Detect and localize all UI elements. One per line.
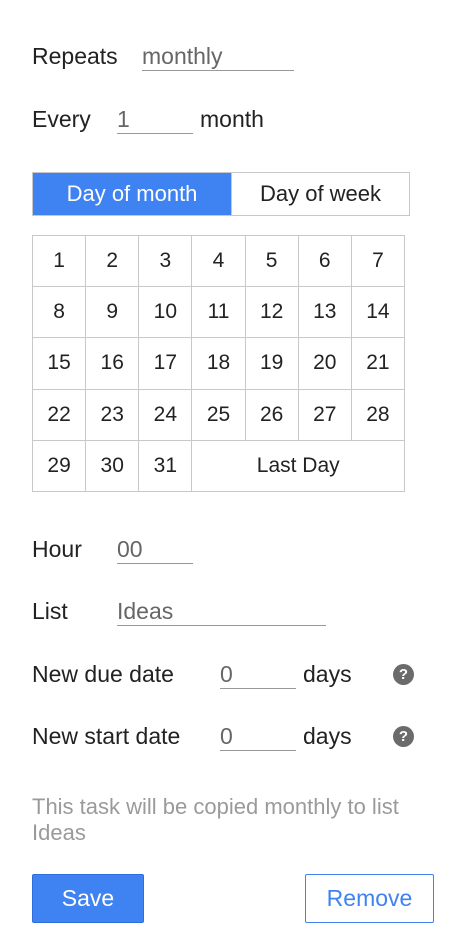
repeat-summary-text: This task will be copied monthly to list… bbox=[32, 794, 399, 845]
hour-input[interactable]: 00 bbox=[117, 535, 193, 564]
day-cell[interactable]: 17 bbox=[139, 338, 193, 390]
day-cell[interactable]: 2 bbox=[86, 236, 140, 288]
day-cell[interactable]: 19 bbox=[245, 338, 299, 390]
day-cell[interactable]: 16 bbox=[86, 338, 140, 390]
repeats-label: Repeats bbox=[32, 43, 118, 69]
day-cell[interactable]: 23 bbox=[86, 389, 140, 441]
day-cell[interactable]: 6 bbox=[298, 236, 352, 288]
day-cell[interactable]: 7 bbox=[351, 236, 405, 288]
day-cell[interactable]: 20 bbox=[298, 338, 352, 390]
question-circle-icon[interactable]: ? bbox=[393, 726, 414, 747]
day-cell[interactable]: 14 bbox=[351, 287, 405, 339]
day-cell[interactable]: 3 bbox=[139, 236, 193, 288]
repeats-select[interactable]: monthly bbox=[142, 42, 294, 71]
day-cell[interactable]: 31 bbox=[139, 440, 193, 492]
day-cell[interactable]: 22 bbox=[33, 389, 87, 441]
day-cell[interactable]: 15 bbox=[33, 338, 87, 390]
day-cell[interactable]: 27 bbox=[298, 389, 352, 441]
day-cell[interactable]: 9 bbox=[86, 287, 140, 339]
day-cell[interactable]: 28 bbox=[351, 389, 405, 441]
question-circle-icon[interactable]: ? bbox=[393, 664, 414, 685]
day-cell[interactable]: 29 bbox=[33, 440, 87, 492]
day-cell[interactable]: 10 bbox=[139, 287, 193, 339]
new-due-date-input[interactable]: 0 bbox=[220, 660, 296, 689]
day-cell[interactable]: 24 bbox=[139, 389, 193, 441]
every-unit-label: month bbox=[200, 106, 264, 132]
day-cell[interactable]: 21 bbox=[351, 338, 405, 390]
day-cell[interactable]: 4 bbox=[192, 236, 246, 288]
day-cell[interactable]: 25 bbox=[192, 389, 246, 441]
tab-day-of-week[interactable]: Day of week bbox=[231, 173, 409, 215]
remove-button[interactable]: Remove bbox=[305, 874, 434, 923]
repeat-mode-tabs: Day of month Day of week bbox=[32, 172, 410, 216]
day-cell[interactable]: 26 bbox=[245, 389, 299, 441]
list-select[interactable]: Ideas bbox=[117, 597, 326, 626]
last-day-cell[interactable]: Last Day bbox=[192, 440, 405, 492]
day-cell[interactable]: 8 bbox=[33, 287, 87, 339]
new-start-date-unit: days bbox=[303, 723, 352, 749]
new-start-date-label: New start date bbox=[32, 723, 181, 749]
list-label: List bbox=[32, 598, 68, 624]
new-start-date-input[interactable]: 0 bbox=[220, 722, 296, 751]
day-cell[interactable]: 18 bbox=[192, 338, 246, 390]
new-due-date-unit: days bbox=[303, 661, 352, 687]
day-cell[interactable]: 5 bbox=[245, 236, 299, 288]
tab-day-of-month[interactable]: Day of month bbox=[33, 173, 231, 215]
day-cell[interactable]: 11 bbox=[192, 287, 246, 339]
every-input[interactable]: 1 bbox=[117, 105, 193, 134]
day-cell[interactable]: 30 bbox=[86, 440, 140, 492]
day-of-month-grid: 1 2 3 4 5 6 7 8 9 10 11 12 13 14 15 16 1… bbox=[32, 235, 405, 492]
day-cell[interactable]: 13 bbox=[298, 287, 352, 339]
day-cell[interactable]: 12 bbox=[245, 287, 299, 339]
hour-label: Hour bbox=[32, 536, 82, 562]
save-button[interactable]: Save bbox=[32, 874, 144, 923]
every-label: Every bbox=[32, 106, 91, 132]
new-due-date-label: New due date bbox=[32, 661, 174, 687]
day-cell[interactable]: 1 bbox=[33, 236, 87, 288]
